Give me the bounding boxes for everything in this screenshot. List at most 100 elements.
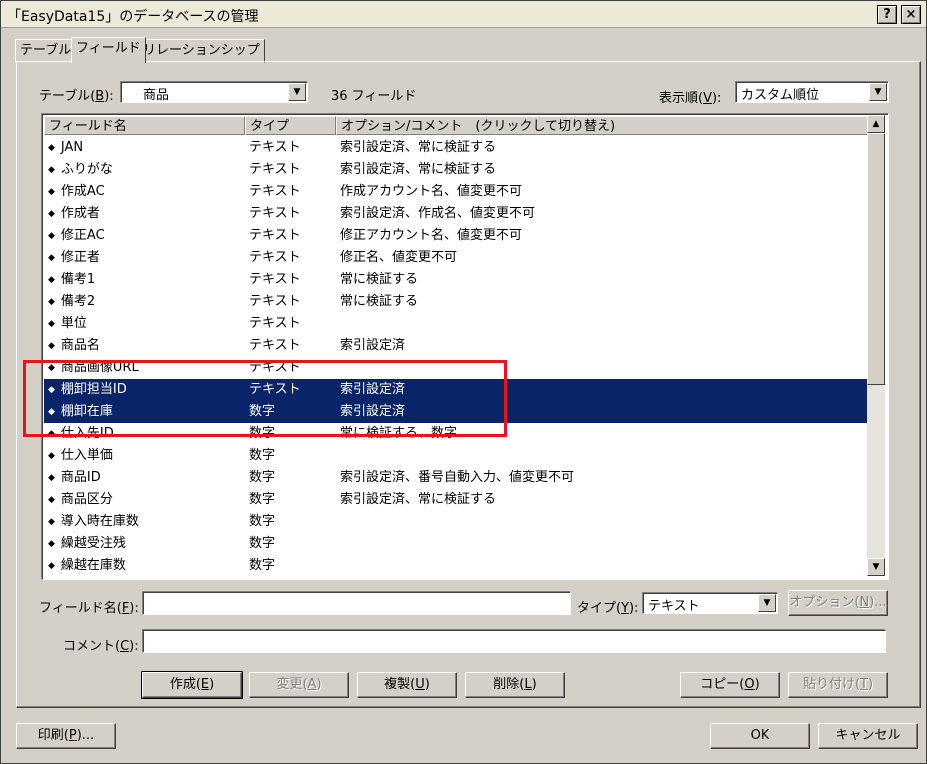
table-row[interactable]: ◆ ふりがな テキスト 索引設定済、常に検証する (44, 159, 868, 181)
field-name-cell: ◆ 繰越受注残 (48, 533, 126, 555)
copy-button[interactable]: コピー(O) (680, 672, 780, 698)
change-button[interactable]: 変更(A) (249, 672, 349, 698)
table-row[interactable]: ◆ 備考1 テキスト 常に検証する (44, 269, 868, 291)
scroll-up-icon[interactable]: ▲ (867, 115, 885, 133)
field-name-cell: ◆ 作成AC (48, 181, 105, 203)
drag-handle-icon[interactable]: ◆ (48, 275, 55, 285)
help-button[interactable]: ? (877, 5, 897, 24)
table-row[interactable]: ◆ 単位 テキスト (44, 313, 868, 335)
field-name-cell: ◆ 備考1 (48, 269, 95, 291)
table-row[interactable]: ◆ 修正者 テキスト 修正名、値変更不可 (44, 247, 868, 269)
field-name-text: 作成者 (60, 206, 100, 221)
paste-button[interactable]: 貼り付け(T) (788, 672, 888, 698)
table-row[interactable]: ◆ 備考2 テキスト 常に検証する (44, 291, 868, 313)
scroll-down-icon[interactable]: ▼ (867, 558, 885, 576)
table-select-value: 商品 (143, 88, 170, 103)
field-name-cell: ◆ 商品名 (48, 335, 100, 357)
drag-handle-icon[interactable]: ◆ (48, 143, 55, 153)
tab-relationships[interactable]: リレーションシップ (138, 39, 265, 63)
table-row[interactable]: ◆ 導入時在庫数 数字 (44, 511, 868, 533)
chevron-down-icon[interactable]: ▼ (758, 594, 776, 612)
drag-handle-icon[interactable]: ◆ (48, 165, 55, 175)
field-options-cell: 索引設定済、常に検証する (340, 492, 497, 507)
drag-handle-icon[interactable]: ◆ (48, 473, 55, 483)
delete-button[interactable]: 削除(L) (465, 672, 565, 698)
drag-handle-icon[interactable]: ◆ (48, 319, 55, 329)
sort-select-label: 表示順(V): (659, 91, 722, 106)
sort-order-select[interactable]: カスタム順位 ▼ (735, 81, 889, 103)
table-row[interactable]: ◆ JAN テキスト 索引設定済、常に検証する (44, 137, 868, 159)
cancel-button[interactable]: キャンセル (818, 723, 918, 749)
comment-label: コメント(C): (63, 639, 139, 654)
manage-database-dialog: 「EasyData15」のデータベースの管理 ? × テーブル フィールド リレ… (0, 0, 927, 764)
drag-handle-icon[interactable]: ◆ (48, 341, 55, 351)
table-row[interactable]: ◆ 仕入先ID 数字 常に検証する、数字 (44, 423, 868, 445)
field-type-cell: 数字 (249, 426, 276, 441)
field-type-cell: テキスト (249, 338, 301, 353)
column-header-options[interactable]: オプション/コメント (クリックして切り替え) (336, 116, 868, 135)
list-scrollbar[interactable]: ▲ ▼ (867, 115, 885, 576)
type-select-value: テキスト (648, 599, 700, 614)
table-row[interactable]: ◆ 作成AC テキスト 作成アカウント名、値変更不可 (44, 181, 868, 203)
field-type-cell: テキスト (249, 272, 301, 287)
chevron-down-icon[interactable]: ▼ (869, 83, 887, 101)
field-type-cell: テキスト (249, 382, 301, 397)
duplicate-button[interactable]: 複製(U) (357, 672, 457, 698)
field-name-cell: ◆ 仕入先ID (48, 423, 114, 445)
table-row[interactable]: ◆ 商品画像URL テキスト (44, 357, 868, 379)
table-row[interactable]: ◆ 商品区分 数字 索引設定済、常に検証する (44, 489, 868, 511)
drag-handle-icon[interactable]: ◆ (48, 429, 55, 439)
table-row[interactable]: ◆ 棚卸在庫 数字 索引設定済 (44, 401, 868, 423)
chevron-down-icon[interactable]: ▼ (288, 83, 306, 101)
column-header-field-name[interactable]: フィールド名 (44, 116, 245, 135)
field-options-cell: 索引設定済、作成名、値変更不可 (340, 206, 536, 221)
drag-handle-icon[interactable]: ◆ (48, 561, 55, 571)
field-type-cell: テキスト (249, 250, 301, 265)
table-row[interactable]: ◆ 商品名 テキスト 索引設定済 (44, 335, 868, 357)
table-row[interactable]: ◆ 仕入単価 数字 (44, 445, 868, 467)
type-select-label: タイプ(Y): (577, 601, 639, 616)
field-name-cell: ◆ 繰越在庫数 (48, 555, 126, 577)
drag-handle-icon[interactable]: ◆ (48, 187, 55, 197)
table-row[interactable]: ◆ 繰越在庫数 数字 (44, 555, 868, 577)
field-name-text: 修正AC (60, 228, 105, 243)
drag-handle-icon[interactable]: ◆ (48, 385, 55, 395)
type-select[interactable]: テキスト ▼ (642, 592, 778, 614)
table-row[interactable]: ◆ 修正AC テキスト 修正アカウント名、値変更不可 (44, 225, 868, 247)
drag-handle-icon[interactable]: ◆ (48, 407, 55, 417)
table-row[interactable]: ◆ 棚卸担当ID テキスト 索引設定済 (44, 379, 868, 401)
print-button[interactable]: 印刷(P)... (16, 723, 116, 749)
table-row[interactable]: ◆ 作成者 テキスト 索引設定済、作成名、値変更不可 (44, 203, 868, 225)
field-rows: ◆ JAN テキスト索引設定済、常に検証する ◆ ふりがな テキスト 索引設定済、常に検証す… (44, 137, 868, 577)
options-button[interactable]: オプション(N)... (788, 590, 888, 616)
drag-handle-icon[interactable]: ◆ (48, 363, 55, 373)
column-header-type[interactable]: タイプ (245, 116, 336, 135)
field-name-text: 仕入単価 (60, 448, 113, 463)
drag-handle-icon[interactable]: ◆ (48, 231, 55, 241)
close-button[interactable]: × (901, 5, 921, 24)
sort-order-value: カスタム順位 (741, 88, 820, 103)
field-name-text: JAN (60, 140, 84, 155)
drag-handle-icon[interactable]: ◆ (48, 253, 55, 263)
drag-handle-icon[interactable]: ◆ (48, 209, 55, 219)
field-options-cell: 修正アカウント名、値変更不可 (340, 228, 523, 243)
table-row[interactable]: ◆ 商品ID 数字 索引設定済、番号自動入力、値変更不可 (44, 467, 868, 489)
drag-handle-icon[interactable]: ◆ (48, 539, 55, 549)
drag-handle-icon[interactable]: ◆ (48, 517, 55, 527)
table-row[interactable]: ◆ 繰越受注残 数字 (44, 533, 868, 555)
comment-input[interactable] (142, 629, 886, 653)
drag-handle-icon[interactable]: ◆ (48, 495, 55, 505)
tab-fields[interactable]: フィールド (71, 37, 146, 63)
field-list[interactable]: フィールド名 タイプ オプション/コメント (クリックして切り替え) ◆ JAN テ… (41, 113, 889, 580)
table-select[interactable]: 商品 ▼ (120, 81, 308, 103)
title-bar[interactable]: 「EasyData15」のデータベースの管理 ? × (1, 1, 926, 28)
tab-tables[interactable]: テーブル (15, 39, 77, 63)
field-name-input[interactable] (142, 591, 571, 615)
drag-handle-icon[interactable]: ◆ (48, 297, 55, 307)
drag-handle-icon[interactable]: ◆ (48, 451, 55, 461)
ok-button[interactable]: OK (710, 723, 810, 749)
field-name-cell: ◆ 作成者 (48, 203, 100, 225)
field-name-text: 備考1 (60, 272, 96, 287)
create-button[interactable]: 作成(E) (141, 671, 243, 699)
scroll-thumb[interactable] (867, 133, 885, 385)
